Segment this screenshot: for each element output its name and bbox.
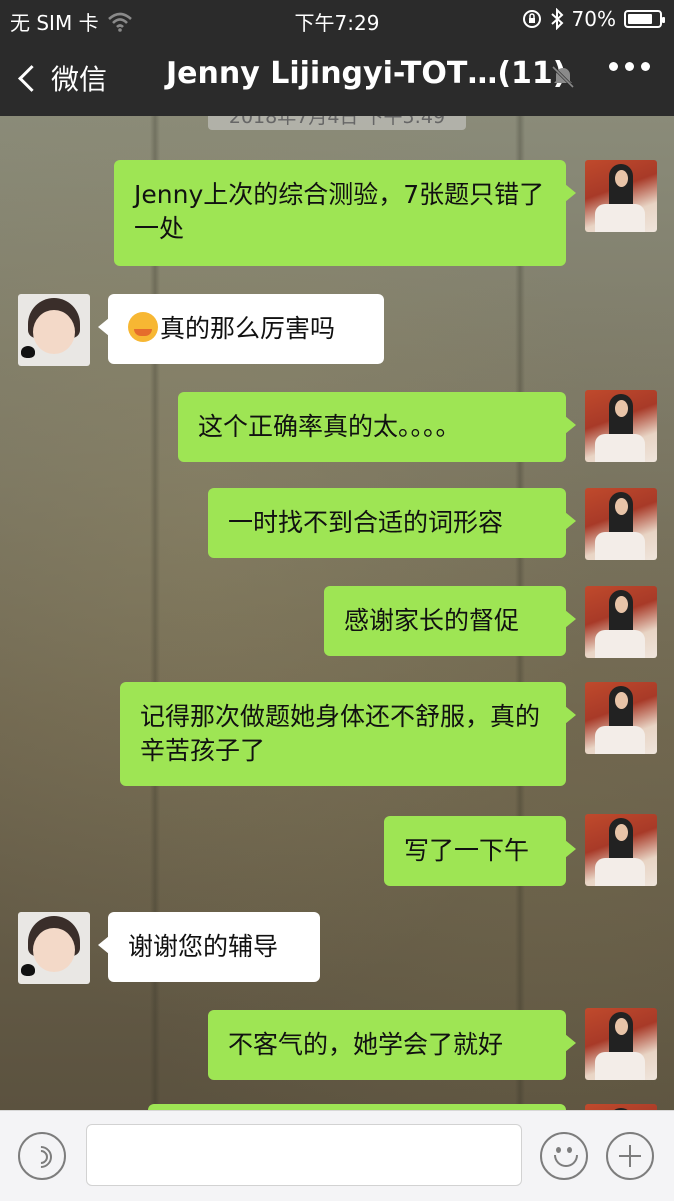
message-input[interactable] (86, 1124, 522, 1186)
avatar-body (595, 204, 645, 232)
emoji-eye (556, 1147, 561, 1153)
avatar-me[interactable] (585, 488, 657, 560)
avatar-face (615, 400, 628, 417)
message-bubble-outgoing[interactable]: 不客气的，她学会了就好 (208, 1010, 576, 1080)
avatar-face (615, 498, 628, 515)
message-text: 写了一下午 (404, 836, 530, 865)
input-bar (0, 1110, 674, 1201)
message-text: 感谢家长的督促 (344, 606, 520, 635)
battery-percent: 70% (571, 7, 616, 31)
message-text: 一时找不到合适的词形容 (228, 508, 504, 537)
chat-timestamp: 2018年7月4日 下午5:49 (208, 116, 466, 130)
more-dot (641, 62, 650, 71)
avatar-heart (21, 964, 35, 976)
voice-wave (25, 1141, 57, 1173)
message-text: 不客气的，她学会了就好 (228, 1030, 504, 1059)
hugging-face-emoji-icon (128, 312, 158, 342)
avatar-face (615, 824, 628, 841)
avatar-face (615, 170, 628, 187)
message-text: Jenny上次的综合测验，7张题只错了一处 (134, 180, 545, 243)
avatar-me[interactable] (585, 160, 657, 232)
battery-fill (628, 14, 652, 24)
chat-header: 微信 Jenny Lijingyi-TOT…(11) (0, 38, 674, 116)
avatar-body (595, 1052, 645, 1080)
emoji-eye (567, 1147, 572, 1153)
emoji-mouth (554, 1155, 578, 1167)
avatar-face (615, 1018, 628, 1035)
avatar-face (615, 692, 628, 709)
message-bubble-outgoing[interactable]: 写了一下午 (384, 816, 576, 886)
avatar-me[interactable] (585, 682, 657, 754)
message-text: 这个正确率真的太。。。。 (198, 412, 461, 441)
voice-icon[interactable] (18, 1132, 66, 1180)
status-bar: 无 SIM 卡 下午7:29 70% (0, 0, 674, 38)
message-bubble-incoming[interactable]: 谢谢您的辅导 (98, 912, 320, 982)
more-dot (609, 62, 618, 71)
more-icon[interactable] (609, 62, 650, 71)
plus-icon[interactable] (606, 1132, 654, 1180)
avatar-body (595, 434, 645, 462)
avatar-body (595, 532, 645, 560)
back-button[interactable]: 微信 (16, 58, 107, 98)
avatar-body (595, 726, 645, 754)
back-chevron-icon (18, 64, 45, 92)
lock-rotation-icon (522, 10, 541, 28)
message-bubble-outgoing[interactable]: 记得那次做题她身体还不舒服，真的辛苦孩子了 (120, 682, 576, 786)
avatar-me[interactable] (585, 1008, 657, 1080)
message-bubble-outgoing[interactable]: Jenny上次的综合测验，7张题只错了一处 (114, 160, 576, 266)
mute-icon (551, 65, 575, 89)
message-bubble-outgoing[interactable]: 一时找不到合适的词形容 (208, 488, 576, 558)
message-text: 记得那次做题她身体还不舒服，真的辛苦孩子了 (140, 702, 541, 765)
battery-icon (624, 10, 665, 28)
avatar-body (595, 858, 645, 886)
avatar-me[interactable] (585, 586, 657, 658)
message-bubble-outgoing[interactable]: 这个正确率真的太。。。。 (178, 392, 576, 462)
avatar-contact[interactable] (18, 912, 90, 984)
status-right: 70% (522, 7, 665, 31)
message-bubble-outgoing[interactable]: 感谢家长的督促 (324, 586, 576, 656)
chat-title: Jenny Lijingyi-TOT…(11) (166, 56, 567, 91)
back-label: 微信 (51, 63, 108, 96)
avatar-face (33, 310, 75, 354)
message-bubble-incoming[interactable]: 真的那么厉害吗 (98, 294, 384, 364)
avatar-heart (21, 346, 35, 358)
emoji-icon[interactable] (540, 1132, 588, 1180)
message-text: 真的那么厉害吗 (160, 314, 336, 343)
avatar-face (33, 928, 75, 972)
avatar-body (595, 630, 645, 658)
bluetooth-icon (550, 8, 563, 30)
avatar-me[interactable] (585, 390, 657, 462)
avatar-face (615, 596, 628, 613)
avatar-me[interactable] (585, 814, 657, 886)
more-dot (625, 62, 634, 71)
message-list[interactable]: 2018年7月4日 下午5:49 Jenny上次的综合测验，7张题只错了一处 真… (0, 116, 674, 1110)
message-text: 谢谢您的辅导 (128, 932, 279, 961)
avatar-contact[interactable] (18, 294, 90, 366)
